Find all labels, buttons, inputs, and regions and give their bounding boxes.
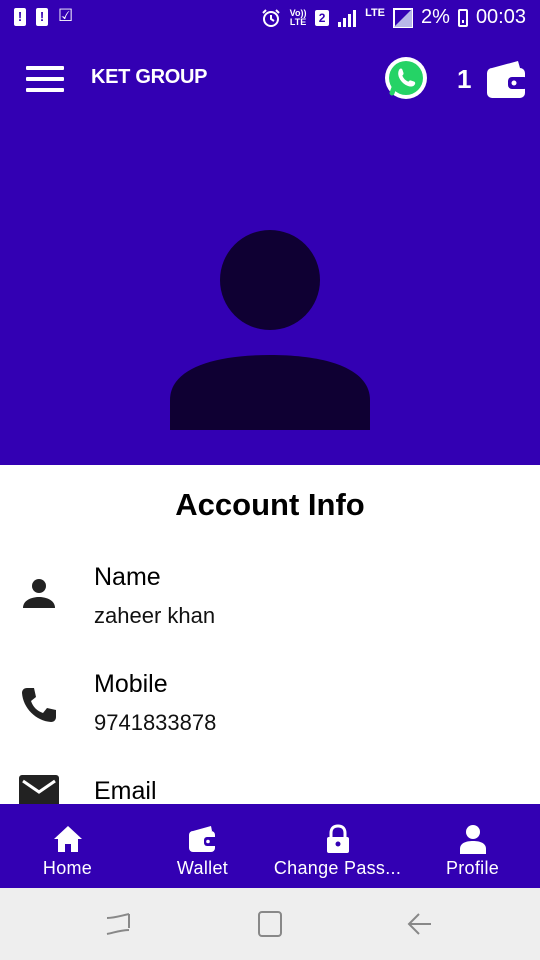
home-icon	[53, 826, 82, 852]
home-button-icon[interactable]	[252, 908, 288, 940]
profile-header	[0, 120, 540, 465]
volte-label: Vo)) LTE	[289, 7, 307, 27]
nav-profile[interactable]: Profile	[405, 804, 540, 888]
lock-icon	[326, 824, 349, 853]
sim-number: 2	[315, 9, 330, 26]
wallet-count: 1	[457, 64, 472, 94]
alarm-icon	[262, 8, 280, 27]
nav-wallet[interactable]: Wallet	[135, 804, 270, 888]
back-icon[interactable]	[403, 908, 439, 940]
menu-icon[interactable]	[26, 66, 64, 94]
recent-apps-icon[interactable]	[100, 908, 136, 940]
status-bar: ☑ Vo)) LTE 2 LTE 2% 00:03	[0, 0, 540, 38]
clock: 00:03	[475, 6, 526, 28]
nav-label: Change Pass...	[273, 858, 402, 878]
field-label: Email	[94, 777, 157, 804]
alert-icon	[36, 8, 48, 26]
nav-home[interactable]: Home	[0, 804, 135, 888]
app-title: KET GROUP	[91, 66, 208, 88]
system-nav-bar	[0, 888, 540, 960]
avatar-placeholder-icon	[170, 230, 370, 430]
phone-icon	[22, 688, 56, 722]
email-icon	[19, 775, 59, 804]
profile-icon	[459, 825, 486, 854]
wallet-icon[interactable]	[484, 58, 530, 100]
field-label: Mobile	[94, 670, 168, 698]
alert-icon	[14, 8, 26, 26]
person-icon	[23, 579, 55, 608]
nav-label: Home	[42, 858, 93, 878]
nav-label: Profile	[445, 858, 500, 878]
account-info-section: Account Info Name zaheer khan Mobile 974…	[0, 465, 540, 804]
battery-icon	[457, 8, 468, 27]
signal-icon	[338, 9, 357, 27]
section-title: Account Info	[175, 487, 365, 522]
battery-percent: 2%	[421, 6, 450, 28]
whatsapp-icon[interactable]	[384, 56, 428, 100]
check-icon: ☑	[58, 6, 74, 25]
wallet-icon	[188, 826, 218, 852]
field-value: zaheer khan	[94, 603, 216, 628]
bottom-nav: Home Wallet Change Pass... Profile	[0, 804, 540, 888]
field-label: Name	[94, 563, 161, 591]
nav-change-password[interactable]: Change Pass...	[270, 804, 405, 888]
signal-strength-icon	[393, 7, 414, 28]
app-bar: KET GROUP 1	[0, 38, 540, 120]
network-label: LTE	[365, 7, 386, 19]
nav-label: Wallet	[176, 858, 229, 878]
field-value: 9741833878	[94, 710, 217, 735]
